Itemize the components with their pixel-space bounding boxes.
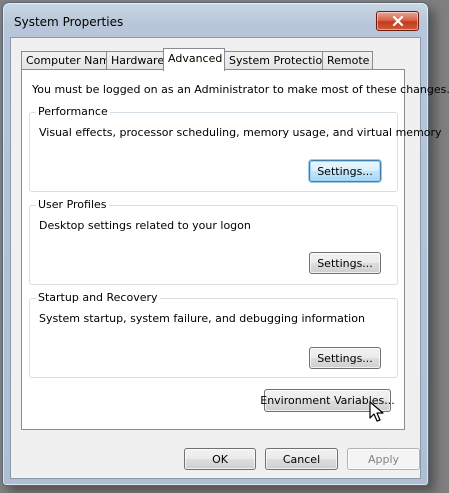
user-profiles-settings-button[interactable]: Settings... [309, 252, 381, 274]
apply-button[interactable]: Apply [347, 448, 420, 470]
performance-description: Visual effects, processor scheduling, me… [39, 126, 442, 139]
startup-recovery-group-label: Startup and Recovery [36, 291, 160, 304]
tab-remote[interactable]: Remote [322, 51, 373, 70]
performance-group: Performance Visual effects, processor sc… [29, 105, 442, 192]
dialog-client-area: Computer Name Hardware Advanced System P… [10, 37, 449, 479]
close-button[interactable] [376, 11, 419, 31]
window-title: System Properties [14, 15, 124, 29]
close-icon [392, 16, 403, 26]
tab-system-protection[interactable]: System Protection [224, 51, 329, 70]
user-profiles-group-label: User Profiles [36, 198, 109, 211]
tab-advanced[interactable]: Advanced [163, 48, 225, 71]
tab-hardware[interactable]: Hardware [106, 51, 164, 70]
title-bar[interactable]: System Properties [3, 3, 428, 37]
performance-settings-button[interactable]: Settings... [309, 160, 381, 182]
user-profiles-description: Desktop settings related to your logon [39, 219, 251, 232]
advanced-tab-panel: You must be logged on as an Administrato… [21, 69, 449, 430]
startup-recovery-settings-button[interactable]: Settings... [309, 347, 381, 369]
startup-recovery-description: System startup, system failure, and debu… [39, 312, 365, 325]
system-properties-window: System Properties Computer Name Hardware… [2, 2, 449, 486]
startup-recovery-group: Startup and Recovery System startup, sys… [29, 291, 398, 378]
user-profiles-group: User Profiles Desktop settings related t… [29, 198, 398, 285]
tab-computer-name[interactable]: Computer Name [21, 51, 117, 70]
mouse-cursor-icon [369, 401, 384, 422]
tab-strip: Computer Name Hardware Advanced System P… [21, 48, 401, 71]
admin-notice: You must be logged on as an Administrato… [32, 83, 449, 96]
cancel-button[interactable]: Cancel [265, 448, 338, 470]
performance-group-label: Performance [36, 105, 110, 118]
ok-button[interactable]: OK [184, 448, 256, 470]
